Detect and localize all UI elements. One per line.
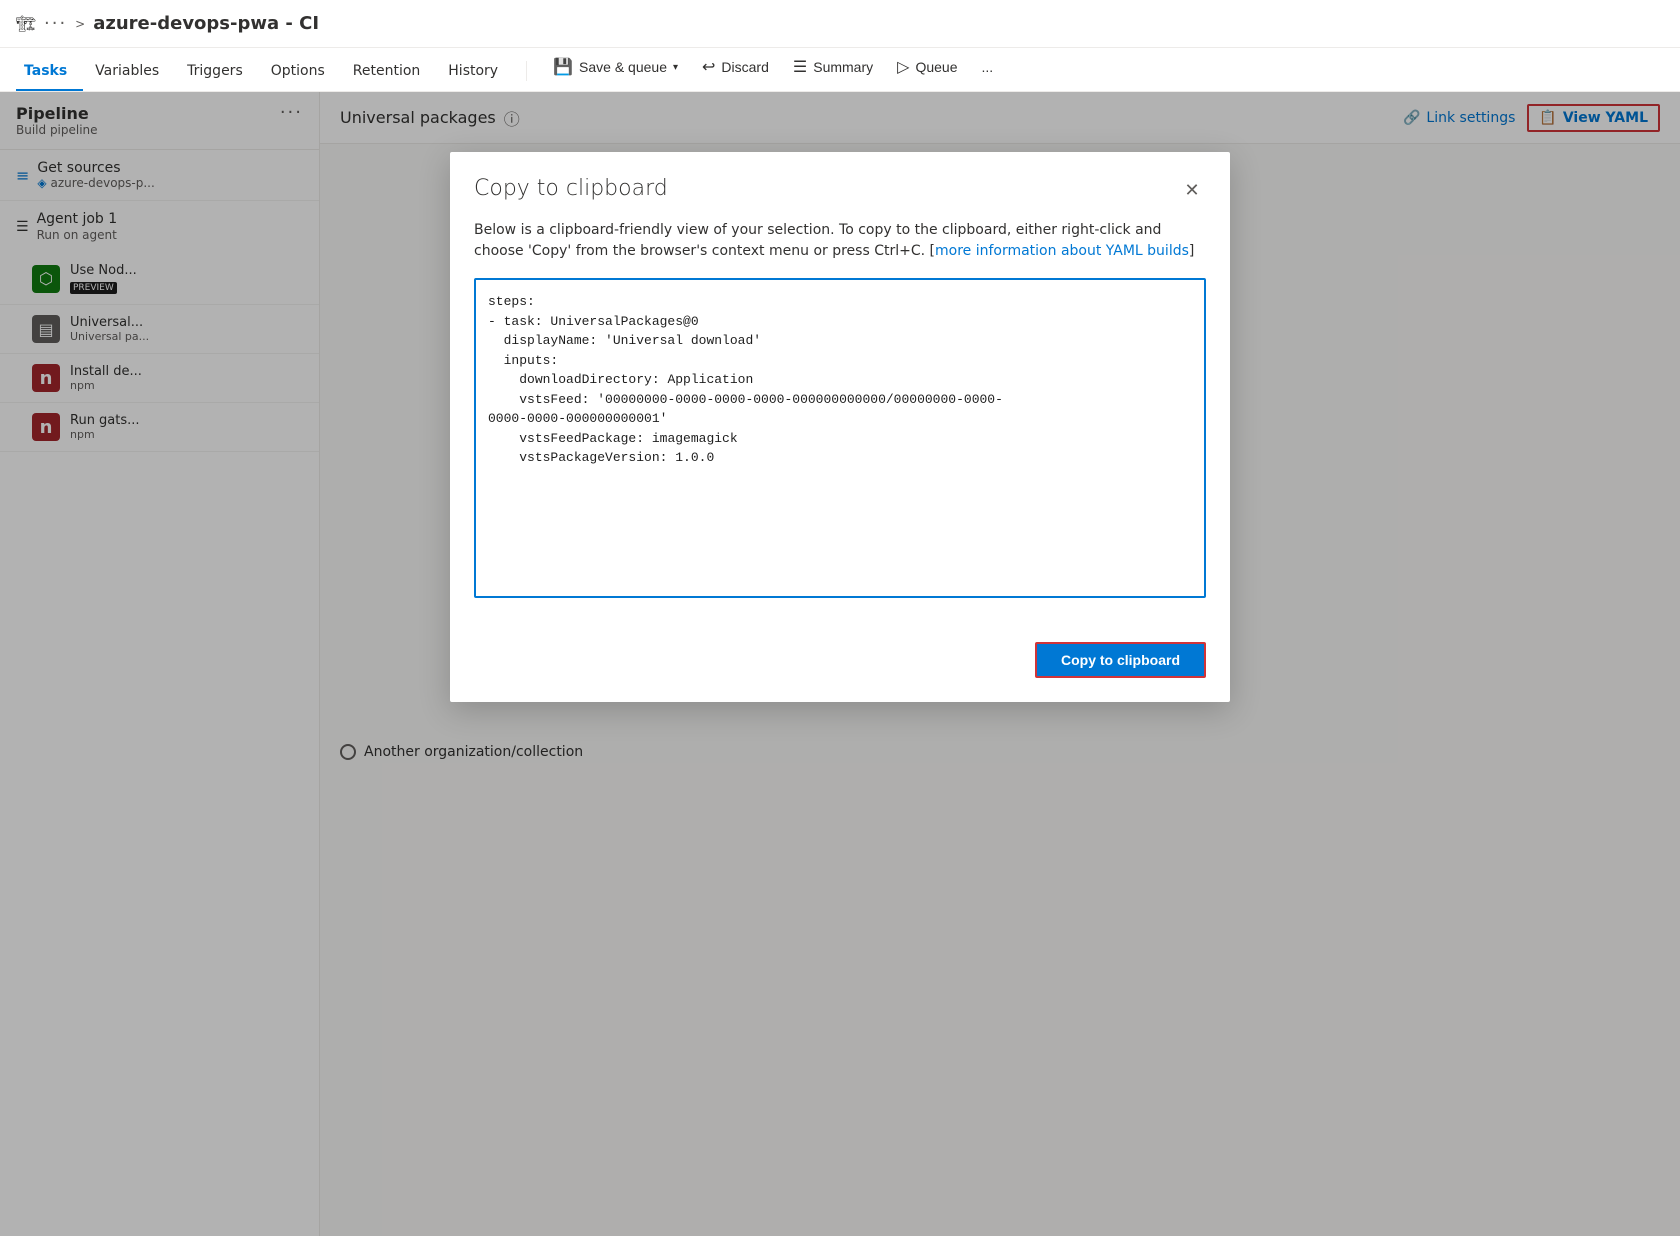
more-actions-label: ...: [982, 59, 994, 75]
save-icon: 💾: [553, 57, 573, 77]
more-actions-button[interactable]: ...: [972, 55, 1004, 79]
queue-icon: ▷: [897, 57, 909, 77]
nav-tabs: Tasks Variables Triggers Options Retenti…: [0, 48, 1680, 92]
tab-retention[interactable]: Retention: [345, 63, 437, 91]
tab-variables[interactable]: Variables: [87, 63, 175, 91]
app-icon: 🏗: [16, 14, 36, 34]
tab-history[interactable]: History: [440, 63, 514, 91]
yaml-textarea[interactable]: [474, 278, 1206, 598]
modal-close-button[interactable]: ✕: [1178, 176, 1206, 204]
copy-to-clipboard-button[interactable]: Copy to clipboard: [1035, 642, 1206, 678]
modal-overlay: Copy to clipboard ✕ Below is a clipboard…: [0, 92, 1680, 1236]
breadcrumb-separator: >: [75, 17, 85, 31]
top-bar: 🏗 ··· > azure-devops-pwa - CI: [0, 0, 1680, 48]
discard-label: Discard: [721, 59, 768, 75]
discard-button[interactable]: ↩ Discard: [692, 53, 779, 81]
modal-desc-part2: ]: [1189, 243, 1194, 259]
main-layout: Pipeline Build pipeline ··· ≡ Get source…: [0, 92, 1680, 1236]
page-title: azure-devops-pwa - CI: [93, 13, 319, 34]
modal-header: Copy to clipboard ✕: [450, 152, 1230, 204]
summary-button[interactable]: ☰ Summary: [783, 53, 883, 81]
queue-label: Queue: [915, 59, 957, 75]
save-queue-button[interactable]: 💾 Save & queue ▾: [543, 53, 688, 81]
modal-footer: Copy to clipboard: [450, 626, 1230, 702]
tab-options[interactable]: Options: [263, 63, 341, 91]
breadcrumb-dots[interactable]: ···: [44, 13, 67, 34]
tab-divider: [526, 61, 527, 81]
dropdown-arrow-icon: ▾: [673, 62, 678, 73]
nav-actions: 💾 Save & queue ▾ ↩ Discard ☰ Summary ▷ Q…: [543, 53, 1003, 91]
queue-button[interactable]: ▷ Queue: [887, 53, 967, 81]
summary-icon: ☰: [793, 57, 807, 77]
modal-desc-link[interactable]: more information about YAML builds: [935, 243, 1189, 259]
modal-body: Below is a clipboard-friendly view of yo…: [450, 204, 1230, 626]
tab-tasks[interactable]: Tasks: [16, 63, 83, 91]
summary-label: Summary: [813, 59, 873, 75]
modal-description: Below is a clipboard-friendly view of yo…: [474, 220, 1206, 262]
save-queue-label: Save & queue: [579, 59, 667, 75]
modal-title: Copy to clipboard: [474, 176, 668, 201]
copy-to-clipboard-modal: Copy to clipboard ✕ Below is a clipboard…: [450, 152, 1230, 702]
tab-triggers[interactable]: Triggers: [179, 63, 259, 91]
discard-icon: ↩: [702, 57, 715, 77]
